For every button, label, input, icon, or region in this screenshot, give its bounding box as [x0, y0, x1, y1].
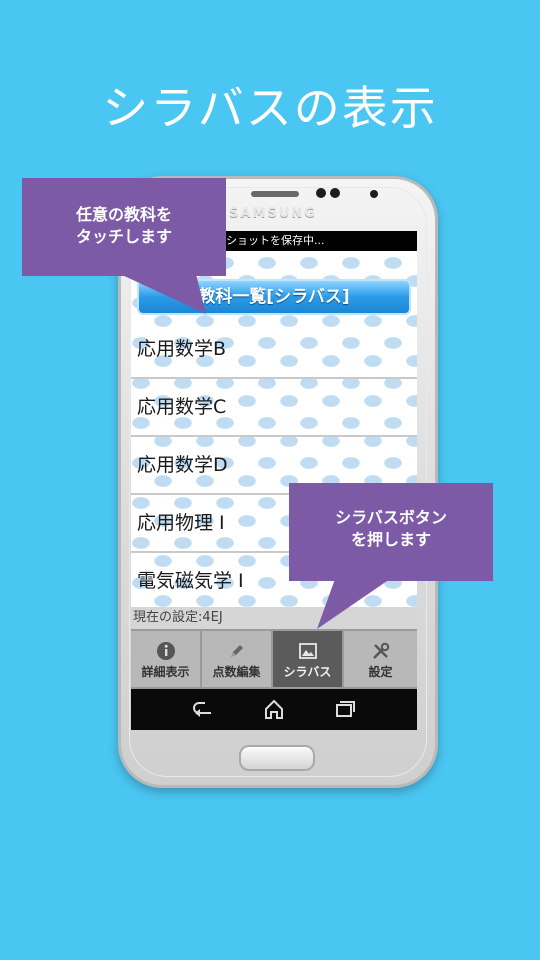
- callout-line: を押します: [350, 530, 431, 549]
- tab-label: 設定: [368, 665, 393, 679]
- current-setting-text: 現在の設定:4EJ: [133, 610, 223, 625]
- callout-line: タッチします: [75, 227, 172, 246]
- tab-label: シラバス: [283, 665, 332, 679]
- subject-label: 応用数学B: [137, 338, 227, 360]
- earpiece-speaker: [251, 191, 299, 197]
- headline: シラバスの表示: [102, 81, 438, 135]
- proximity-sensor-icon: [370, 190, 378, 198]
- hardware-home-button[interactable]: [239, 745, 315, 771]
- status-text: ショットを保存中...: [226, 234, 325, 247]
- picture-icon: [298, 643, 317, 659]
- subject-label: 応用数学C: [137, 396, 227, 418]
- pencil-icon: [230, 645, 243, 657]
- callout-press-syllabus: シラバスボタン を押します: [289, 483, 493, 581]
- info-icon: [156, 642, 175, 660]
- tab-syllabus[interactable]: シラバス: [273, 631, 344, 687]
- brand-logo: SAMSUNG: [229, 206, 317, 221]
- front-camera-icon: [316, 188, 326, 198]
- home-icon[interactable]: [262, 698, 286, 720]
- subject-label: 応用数学D: [137, 454, 228, 476]
- subject-label: 応用物理 I: [137, 512, 225, 534]
- tab-settings[interactable]: 設定: [344, 631, 417, 687]
- callout-line: 任意の教科を: [75, 205, 172, 224]
- system-nav-bar: [131, 689, 417, 730]
- tab-label: 詳細表示: [141, 665, 190, 679]
- back-icon[interactable]: [191, 698, 215, 720]
- bottom-tab-bar: 詳細表示 点数編集 シラバス 設定: [131, 629, 417, 689]
- callout-arrow-right: [317, 579, 390, 629]
- tab-label: 点数編集: [212, 665, 261, 679]
- tab-detail[interactable]: 詳細表示: [131, 631, 202, 687]
- list-item-subject-2[interactable]: 応用数学C: [131, 379, 417, 437]
- callout-line: シラバスボタン: [335, 508, 447, 527]
- tools-icon: [372, 642, 389, 659]
- recent-apps-icon[interactable]: [333, 698, 357, 720]
- tab-score-edit[interactable]: 点数編集: [202, 631, 273, 687]
- sensor-icon: [330, 188, 340, 198]
- subject-label: 電気磁気学 I: [137, 570, 244, 592]
- callout-arrow-left: [120, 274, 206, 314]
- callout-select-subject: 任意の教科を タッチします: [22, 178, 226, 276]
- list-item-subject-1[interactable]: 応用数学B: [131, 321, 417, 379]
